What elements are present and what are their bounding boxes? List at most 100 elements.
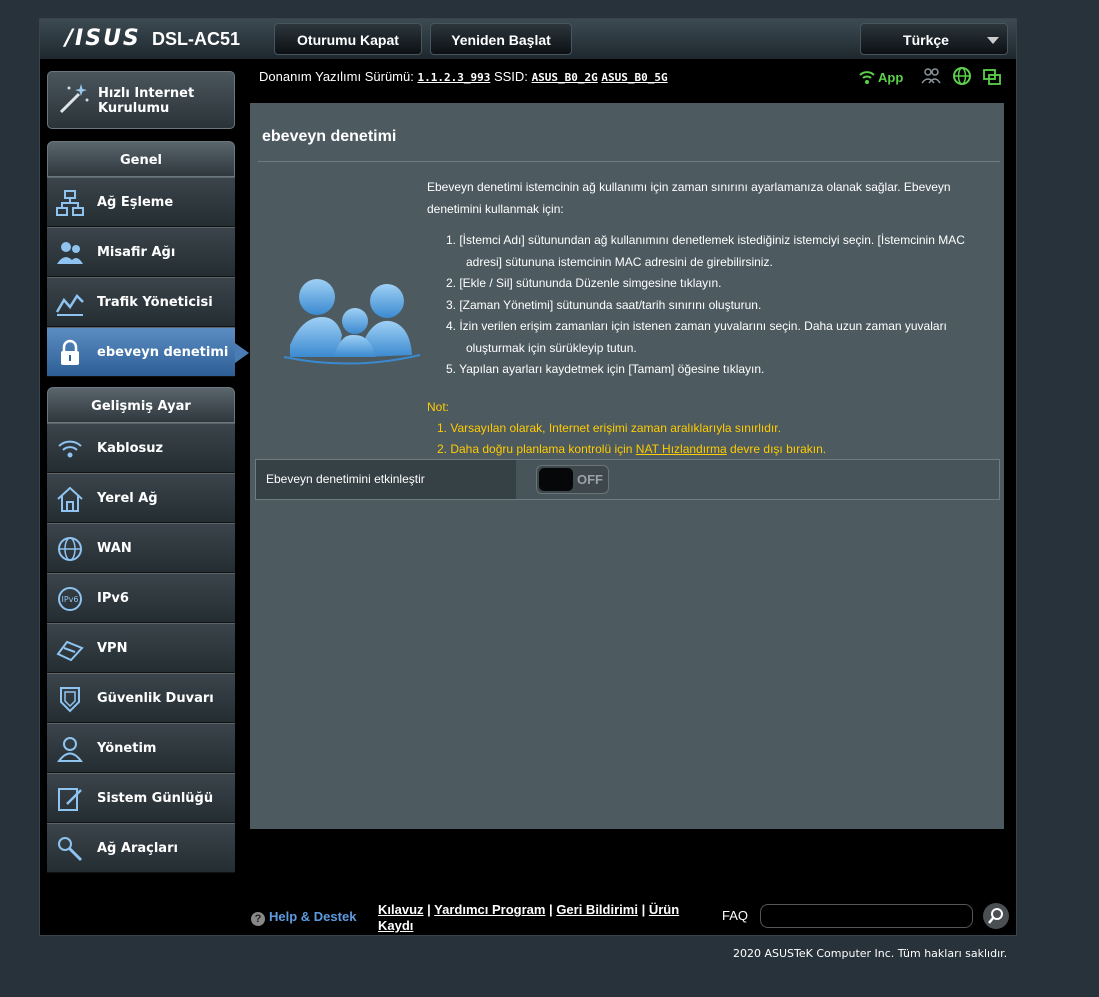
steps-list: 1. [İstemci Adı] sütunundan ağ kullanımı… <box>446 230 986 381</box>
note-label: Not: <box>427 400 450 414</box>
guest-network-icon <box>57 242 83 264</box>
help-icon: ? <box>251 912 265 926</box>
ipv6-icon: IPv6 <box>58 587 82 611</box>
model-name: DSL-AC51 <box>152 29 241 49</box>
main-panel: ebeveyn denetimi Ebeveyn denetimi istemc… <box>250 103 1004 829</box>
internet-globe-icon[interactable] <box>952 66 972 86</box>
sidebar-item-administration[interactable]: Yönetim <box>47 723 235 773</box>
faq-label: FAQ <box>722 908 749 923</box>
title-divider <box>258 161 1000 162</box>
toggle-knob <box>539 468 573 491</box>
copyright-text: 2020 ASUSTeK Computer Inc. Tüm hakları s… <box>733 947 1008 960</box>
usb-device-icon[interactable] <box>982 67 1002 87</box>
toggle-state-label: OFF <box>577 472 603 487</box>
chevron-down-icon <box>987 37 999 44</box>
sidebar-item-label: Yerel Ağ <box>97 491 158 506</box>
list-item: 4. İzin verilen erişim zamanları için is… <box>446 319 947 355</box>
vpn-icon <box>56 640 84 662</box>
network-map-icon <box>56 190 84 216</box>
sidebar-item-wireless[interactable]: Kablosuz <box>47 423 235 473</box>
sidebar-item-wan[interactable]: WAN <box>47 523 235 573</box>
sidebar-item-network-map[interactable]: Ağ Eşleme <box>47 177 235 227</box>
sidebar-item-label: Yönetim <box>97 741 157 756</box>
list-item: 5. Yapılan ayarları kaydetmek için [Tama… <box>446 362 765 376</box>
sidebar-item-system-log[interactable]: Sistem Günlüğü <box>47 773 235 823</box>
search-icon <box>988 908 1003 924</box>
sidebar-item-firewall[interactable]: Güvenlik Duvarı <box>47 673 235 723</box>
wifi-status-icon[interactable] <box>858 68 876 86</box>
enable-parental-control-label: Ebeveyn denetimini etkinleştir <box>256 460 516 499</box>
help-support-label: Help & Destek <box>269 909 357 924</box>
sidebar-item-label: IPv6 <box>97 591 129 606</box>
enable-parental-control-toggle[interactable]: OFF <box>536 465 609 494</box>
language-select[interactable]: Türkçe <box>860 23 1008 55</box>
footer-links: Kılavuz | Yardımcı Program | Geri Bildir… <box>378 902 680 933</box>
svg-text:IPv6: IPv6 <box>61 595 78 604</box>
note2-text: 2. Daha doğru planlama kontrolü için <box>437 442 636 456</box>
ssid-label: SSID: <box>493 69 528 84</box>
page-title: ebeveyn denetimi <box>262 128 397 145</box>
sidebar-item-lan[interactable]: Yerel Ağ <box>47 473 235 523</box>
family-illustration-icon <box>283 279 421 365</box>
traffic-manager-icon <box>55 294 84 316</box>
list-item: 3. [Zaman Yönetimi] sütununda saat/tarih… <box>446 297 762 312</box>
sidebar-item-label: Trafik Yöneticisi <box>97 295 213 310</box>
sidebar-item-label: WAN <box>97 541 132 556</box>
help-support: ? Help & Destek <box>251 909 356 926</box>
sidebar-item-parental-control[interactable]: ebeveyn denetimi <box>47 327 249 377</box>
nat-acceleration-link[interactable]: NAT Hızlandırma <box>636 442 727 456</box>
shield-icon <box>60 687 80 713</box>
quick-internet-setup-button[interactable]: Hızlı Internet Kurulumu <box>47 71 235 129</box>
sidebar-item-label: Kablosuz <box>97 441 164 456</box>
faq-search-button[interactable] <box>983 903 1009 929</box>
feedback-link[interactable]: Geri Bildirimi <box>556 902 638 917</box>
note-item-1: 1. Varsayılan olarak, Internet erişimi z… <box>437 421 781 435</box>
asus-logo: /ISUS <box>65 26 141 51</box>
quick-internet-setup-label: Hızlı Internet Kurulumu <box>98 86 195 116</box>
active-indicator <box>235 343 249 363</box>
note2-text-end: devre dışı bırakın. <box>726 442 827 456</box>
sidebar-item-label: Misafir Ağı <box>97 245 176 260</box>
note-item-2: 2. Daha doğru planlama kontrolü için NAT… <box>427 439 826 460</box>
footer: ? Help & Destek Kılavuz | Yardımcı Progra… <box>250 897 1010 937</box>
faq-search-input[interactable] <box>760 904 973 928</box>
reboot-button[interactable]: Yeniden Başlat <box>430 23 572 55</box>
sidebar-item-guest-network[interactable]: Misafir Ağı <box>47 227 235 277</box>
utility-link[interactable]: Yardımcı Program <box>434 902 545 917</box>
magic-wand-icon <box>59 84 89 114</box>
tools-icon <box>58 837 83 862</box>
sidebar-item-ipv6[interactable]: IPv6 IPv6 <box>47 573 235 623</box>
firmware-version-link[interactable]: 1.1.2.3_993 <box>417 71 490 84</box>
ssid-2g-link[interactable]: ASUS_B0_2G <box>532 71 598 84</box>
sidebar-item-label: Ağ Araçları <box>97 841 178 856</box>
wifi-icon <box>58 440 82 458</box>
sidebar-item-label: Güvenlik Duvarı <box>97 691 214 706</box>
advanced-section-header: Gelişmiş Ayar <box>47 387 235 423</box>
general-section-header: Genel <box>47 141 235 177</box>
sidebar-item-network-tools[interactable]: Ağ Araçları <box>47 823 235 873</box>
admin-icon <box>57 737 83 762</box>
firmware-line: Donanım Yazılımı Sürümü: 1.1.2.3_993 SSI… <box>259 69 668 84</box>
sidebar-item-label: Sistem Günlüğü <box>97 791 214 806</box>
note-block: Not: 1. Varsayılan olarak, Internet eriş… <box>427 397 826 460</box>
list-item: 1. [İstemci Adı] sütunundan ağ kullanımı… <box>446 233 965 269</box>
sidebar-item-label: ebeveyn denetimi <box>97 345 229 360</box>
log-icon <box>58 788 82 811</box>
description-text: Ebeveyn denetimi istemcinin ağ kullanımı… <box>427 180 951 216</box>
manual-link[interactable]: Kılavuz <box>378 902 424 917</box>
lock-icon <box>61 339 79 365</box>
sidebar-item-label: VPN <box>97 641 128 656</box>
home-icon <box>57 486 83 512</box>
enable-parental-control-row: Ebeveyn denetimini etkinleştir OFF <box>255 459 1000 500</box>
logout-button[interactable]: Oturumu Kapat <box>274 23 422 55</box>
top-bar: /ISUS DSL-AC51 Oturumu Kapat Yeniden Baş… <box>40 19 1016 59</box>
sidebar-item-vpn[interactable]: VPN <box>47 623 235 673</box>
list-item: 2. [Ekle / Sil] sütununda Düzenle simges… <box>446 276 722 290</box>
router-frame: /ISUS DSL-AC51 Oturumu Kapat Yeniden Baş… <box>39 18 1017 936</box>
firmware-label: Donanım Yazılımı Sürümü: <box>259 69 414 84</box>
globe-icon <box>58 537 82 561</box>
clients-icon[interactable] <box>921 67 941 85</box>
ssid-5g-link[interactable]: ASUS_B0_5G <box>601 71 667 84</box>
app-link[interactable]: App <box>878 70 903 85</box>
sidebar-item-traffic-manager[interactable]: Trafik Yöneticisi <box>47 277 235 327</box>
